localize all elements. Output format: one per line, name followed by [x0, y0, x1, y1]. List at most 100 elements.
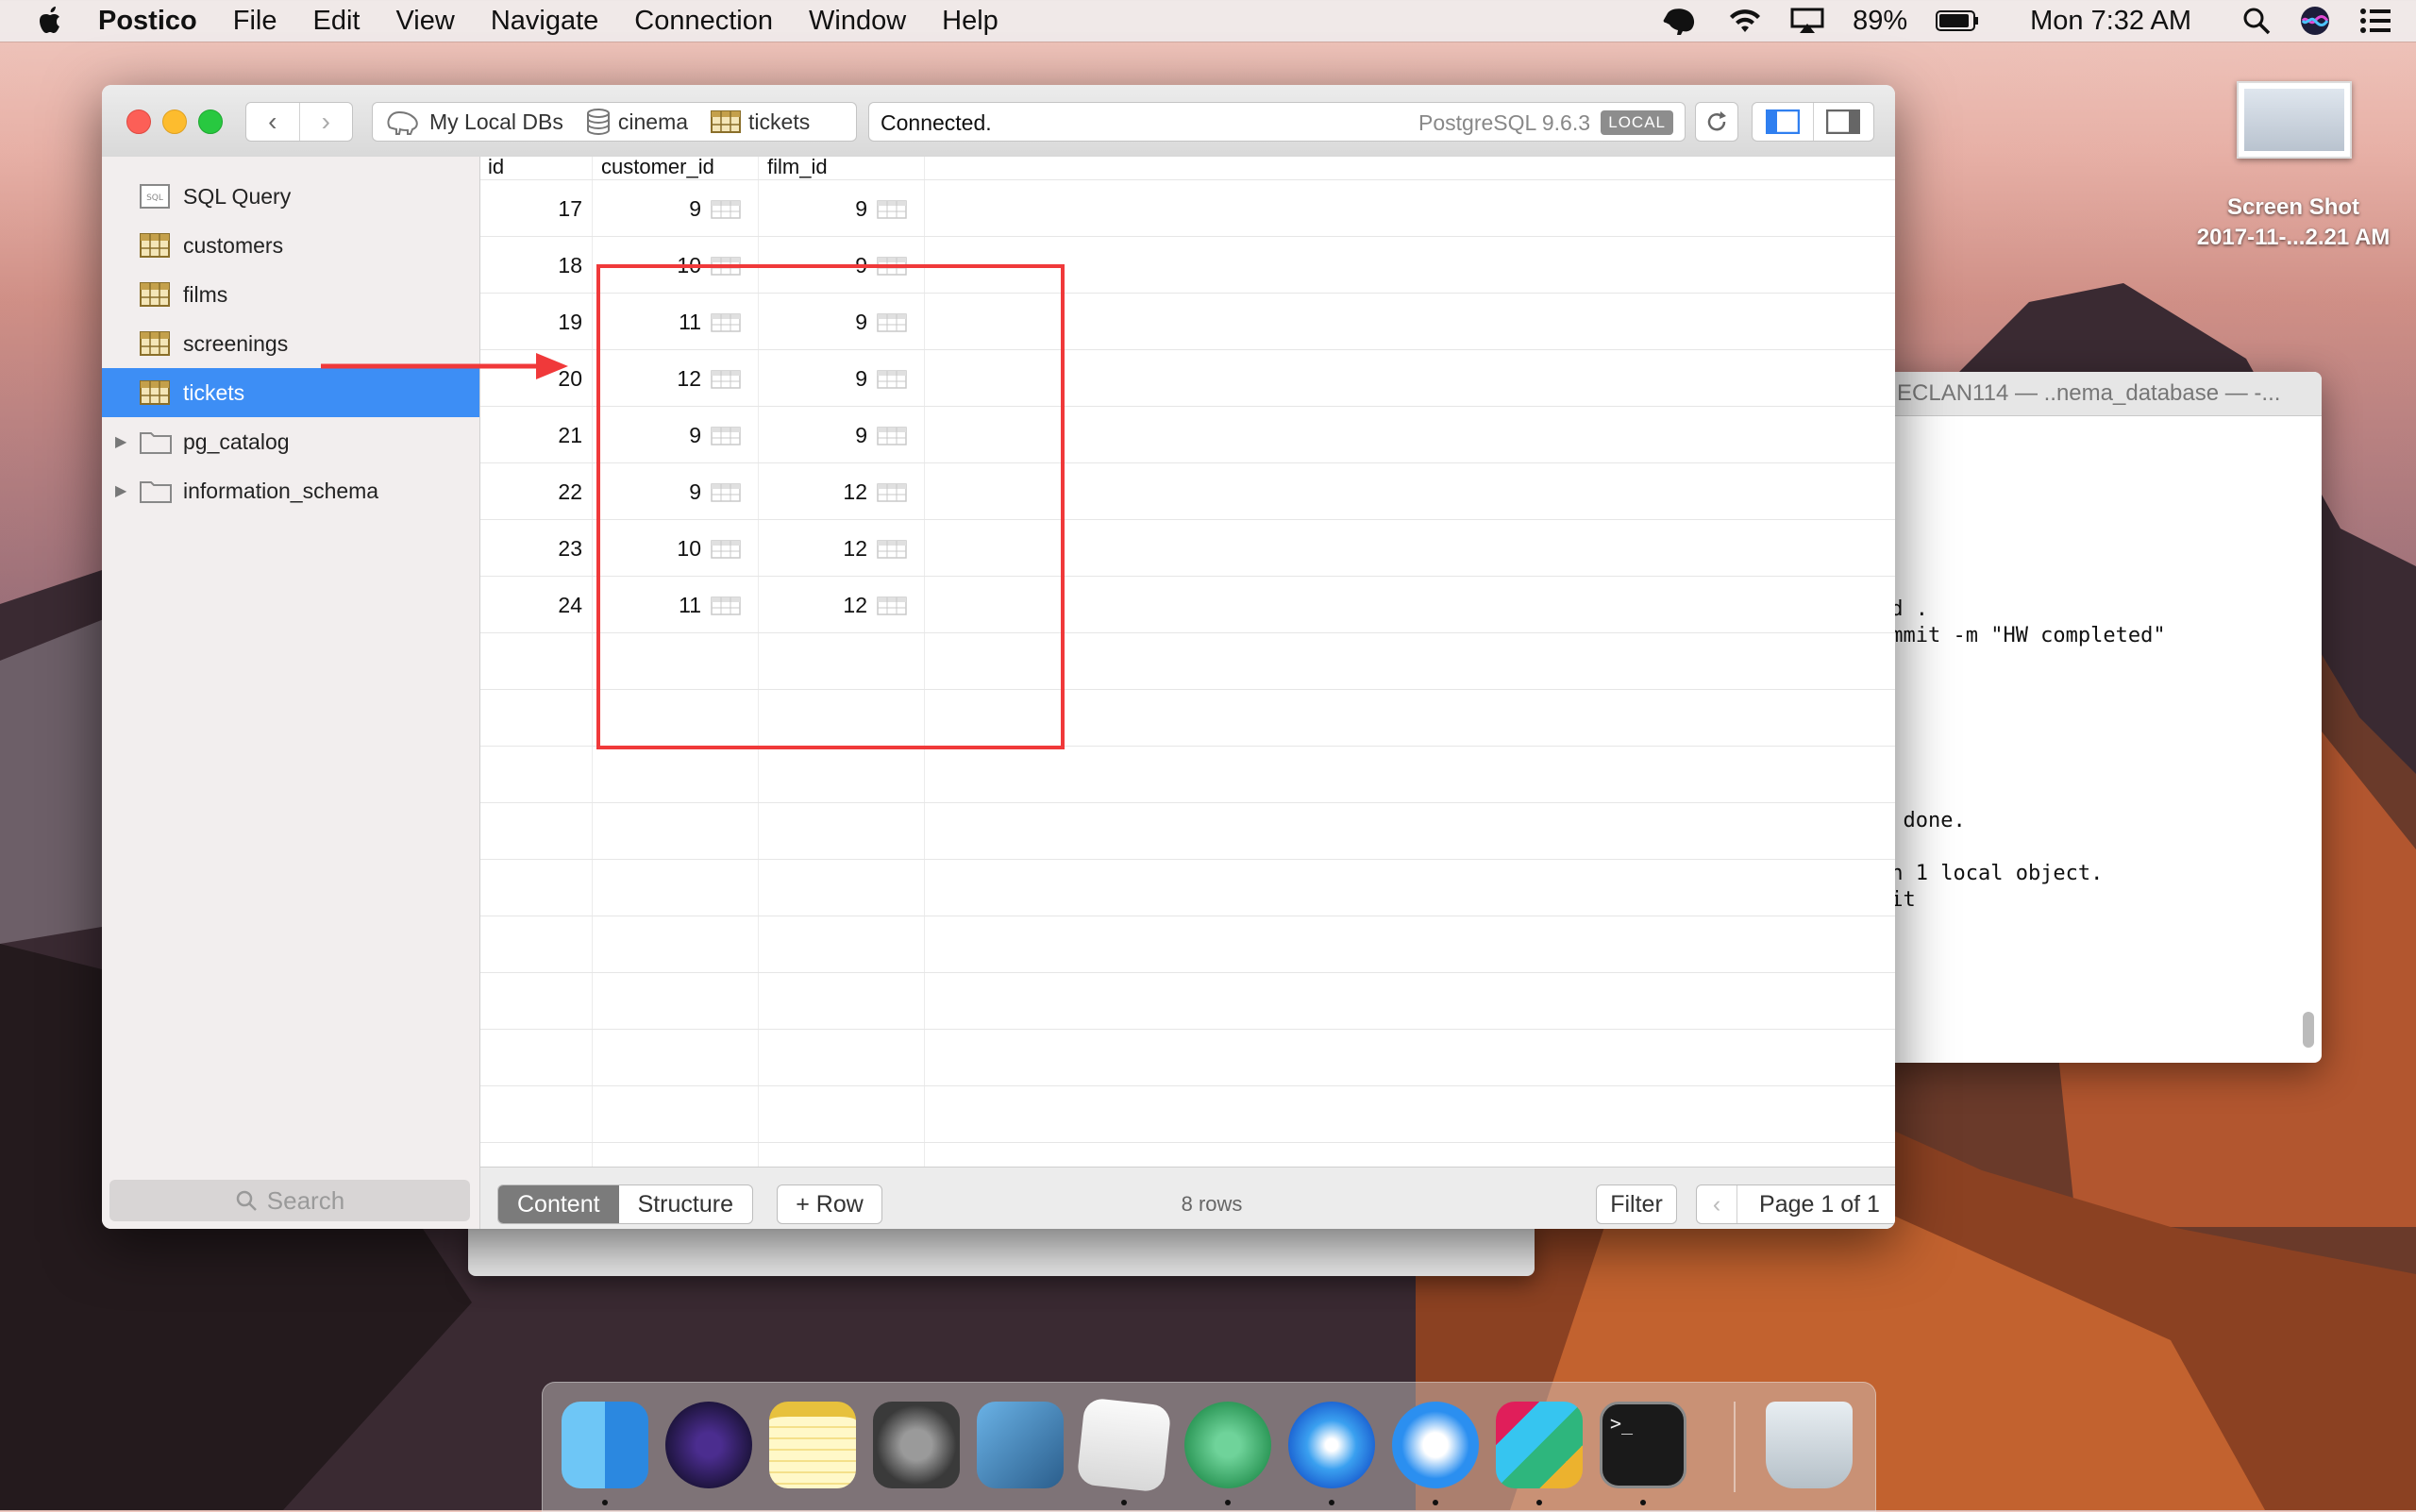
trash-icon[interactable]	[1766, 1402, 1853, 1488]
finder-icon[interactable]	[562, 1402, 648, 1488]
sidebar-item-sql-query[interactable]: SQL SQL Query	[102, 172, 479, 221]
table-cell-id[interactable]: 18	[558, 253, 582, 278]
breadcrumb-database[interactable]: cinema	[575, 103, 699, 141]
row-separator	[480, 236, 1895, 237]
sidebar-item-label: screenings	[183, 330, 289, 356]
notification-center-icon[interactable]	[2359, 8, 2391, 34]
toggle-sidebar-button[interactable]	[1753, 103, 1814, 141]
database-icon	[586, 109, 610, 136]
column-header-id[interactable]: id	[488, 157, 504, 179]
breadcrumb: My Local DBs cinema tickets	[372, 102, 857, 142]
siri-icon[interactable]	[2299, 5, 2331, 37]
textedit-icon[interactable]	[1076, 1397, 1172, 1493]
grid-footer: Content Structure + Row 8 rows Filter ‹ …	[480, 1167, 1895, 1229]
folder-icon	[140, 481, 172, 503]
sidebar-item-pg-catalog[interactable]: ▶ pg_catalog	[102, 417, 479, 466]
terminal-dock-icon[interactable]: >_	[1600, 1402, 1686, 1488]
system-preferences-icon[interactable]	[873, 1402, 960, 1488]
sidebar-item-label: tickets	[183, 379, 245, 405]
sidebar-item-information-schema[interactable]: ▶ information_schema	[102, 466, 479, 515]
forward-button[interactable]: ›	[298, 103, 353, 141]
disclosure-triangle-icon[interactable]: ▶	[115, 481, 126, 500]
menu-help[interactable]: Help	[942, 6, 998, 37]
wifi-icon[interactable]	[1728, 8, 1762, 34]
row-separator	[480, 1142, 1895, 1143]
menu-view[interactable]: View	[395, 6, 454, 37]
zoom-window-button[interactable]	[198, 109, 223, 134]
breadcrumb-server-label: My Local DBs	[429, 109, 563, 134]
atom-icon[interactable]	[1184, 1402, 1271, 1488]
mail-icon[interactable]	[977, 1402, 1064, 1488]
sidebar-search-field[interactable]: Search	[109, 1180, 470, 1221]
sidebar-item-films[interactable]: films	[102, 270, 479, 319]
evernote-elephant-icon[interactable]	[1662, 6, 1700, 36]
menu-file[interactable]: File	[233, 6, 277, 37]
terminal-title[interactable]: ECLAN114 — ..nema_database — -...	[1869, 372, 2322, 416]
disclosure-triangle-icon[interactable]: ▶	[115, 432, 126, 451]
slack-icon[interactable]	[1496, 1402, 1583, 1488]
toggle-inspector-button[interactable]	[1814, 103, 1874, 141]
sidebar-right-icon	[1826, 109, 1861, 134]
table-icon	[140, 331, 170, 356]
dock-divider	[1734, 1402, 1736, 1492]
breadcrumb-table[interactable]: tickets	[699, 103, 821, 141]
dock: >_	[542, 1382, 1876, 1512]
row-separator	[480, 179, 1895, 180]
airplay-icon[interactable]	[1790, 8, 1824, 34]
sql-icon: SQL	[140, 184, 170, 209]
previous-page-button[interactable]: ‹	[1697, 1185, 1737, 1223]
postico-dock-icon[interactable]	[1392, 1402, 1479, 1488]
tab-content[interactable]: Content	[498, 1185, 619, 1223]
foreign-key-table-icon[interactable]	[711, 200, 741, 219]
menu-window[interactable]: Window	[809, 6, 906, 37]
table-icon	[711, 110, 742, 133]
spotlight-search-icon[interactable]	[2242, 7, 2271, 35]
table-cell-id[interactable]: 17	[558, 196, 582, 222]
terminal-window[interactable]: ECLAN114 — ..nema_database — -... dd . o…	[1869, 372, 2322, 1063]
battery-icon[interactable]	[1936, 9, 1979, 32]
breadcrumb-server[interactable]: My Local DBs	[373, 103, 575, 141]
apple-menu-icon[interactable]	[38, 6, 64, 36]
local-badge: LOCAL	[1601, 110, 1673, 135]
column-header-customer-id[interactable]: customer_id	[601, 157, 714, 179]
close-window-button[interactable]	[126, 109, 151, 134]
breadcrumb-database-label: cinema	[617, 109, 689, 134]
sidebar-item-label: customers	[183, 232, 284, 258]
pagination-control: ‹ Page 1 of 1 ›	[1696, 1184, 1895, 1224]
menu-clock[interactable]: Mon 7:32 AM	[2030, 6, 2191, 37]
refresh-icon	[1707, 111, 1726, 131]
table-cell-id[interactable]: 21	[558, 423, 582, 448]
search-placeholder: Search	[266, 1185, 345, 1215]
sidebar-item-customers[interactable]: customers	[102, 221, 479, 270]
table-cell-id[interactable]: 24	[558, 593, 582, 618]
minimize-window-button[interactable]	[162, 109, 187, 134]
safari-icon[interactable]	[1288, 1402, 1375, 1488]
add-row-button[interactable]: + Row	[777, 1184, 882, 1224]
terminal-scrollbar[interactable]	[2301, 425, 2316, 1048]
table-cell-id[interactable]: 23	[558, 536, 582, 562]
table-cell-customer-id[interactable]: 9	[689, 196, 701, 222]
table-cell-film-id[interactable]: 9	[855, 196, 867, 222]
table-icon	[140, 380, 170, 405]
annotation-arrow-icon	[321, 353, 568, 379]
back-button[interactable]: ‹	[246, 103, 299, 141]
menu-edit[interactable]: Edit	[312, 6, 360, 37]
filter-button[interactable]: Filter	[1596, 1184, 1677, 1224]
menu-navigate[interactable]: Navigate	[491, 6, 598, 37]
siri-dock-icon[interactable]	[665, 1402, 752, 1488]
page-indicator: Page 1 of 1	[1759, 1191, 1880, 1218]
tab-structure[interactable]: Structure	[619, 1185, 752, 1223]
desktop-screenshot-file-icon[interactable]	[2237, 81, 2352, 159]
menu-connection[interactable]: Connection	[634, 6, 773, 37]
menu-app-name[interactable]: Postico	[98, 6, 197, 37]
sidebar-left-icon	[1765, 109, 1800, 134]
desktop-screenshot-file-label[interactable]: Screen Shot 2017-11-...2.21 AM	[2171, 193, 2416, 253]
sidebar: SQL SQL Query customers films screenings…	[102, 157, 480, 1229]
table-cell-id[interactable]: 19	[558, 310, 582, 335]
table-cell-id[interactable]: 22	[558, 479, 582, 505]
notes-icon[interactable]	[769, 1402, 856, 1488]
foreign-key-table-icon[interactable]	[877, 200, 907, 219]
refresh-button[interactable]	[1695, 102, 1738, 142]
column-header-film-id[interactable]: film_id	[767, 157, 828, 179]
window-toolbar: ‹ › My Local DBs cinema tickets Connecte…	[102, 85, 1895, 158]
